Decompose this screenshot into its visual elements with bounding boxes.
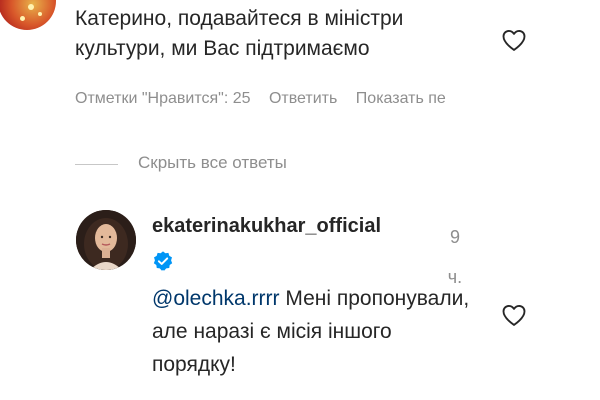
heart-outline-icon[interactable] bbox=[500, 26, 528, 54]
replies-divider bbox=[75, 164, 118, 165]
mention-link[interactable]: @olechka.rrrr bbox=[152, 287, 280, 310]
comment-text: Катерино, подавайтеся в міністри культур… bbox=[75, 7, 404, 60]
comment-meta: Отметки "Нравится": 25 Ответить Показать… bbox=[75, 90, 460, 108]
hide-replies-button[interactable]: Скрыть все ответы bbox=[138, 153, 287, 173]
reply-username[interactable]: ekaterinakukhar_official bbox=[152, 215, 381, 238]
heart-outline-icon[interactable] bbox=[500, 301, 528, 329]
commenter-avatar[interactable] bbox=[0, 0, 56, 30]
reply-avatar[interactable] bbox=[76, 210, 136, 270]
reply-time-number: 9 bbox=[449, 227, 460, 247]
reply-text: @olechka.rrrr Мені пропонували, але нара… bbox=[152, 282, 472, 381]
likes-count[interactable]: Отметки "Нравится": 25 bbox=[75, 90, 251, 107]
avatar-portrait bbox=[76, 210, 136, 270]
verified-badge-icon bbox=[153, 251, 173, 271]
reply-button[interactable]: Ответить bbox=[269, 90, 337, 107]
show-translation-button[interactable]: Показать пе bbox=[356, 90, 446, 107]
